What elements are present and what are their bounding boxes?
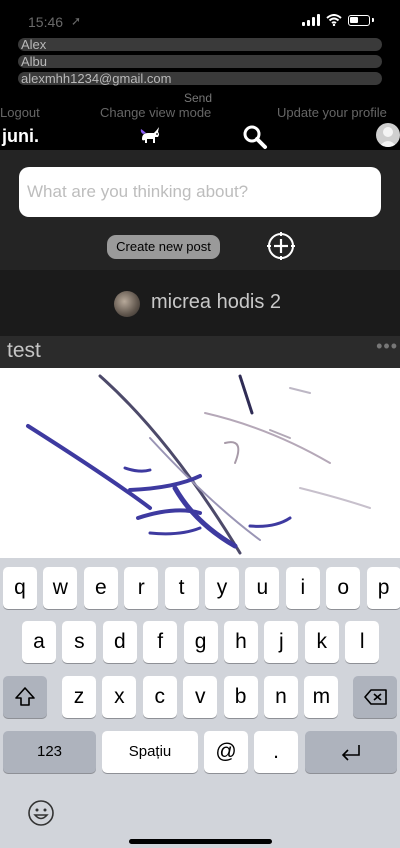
profile-menu-row: Logout Change view mode Update your prof… — [0, 105, 400, 121]
emoji-icon[interactable] — [27, 799, 55, 827]
space-key[interactable]: Spațiu — [102, 731, 198, 773]
shift-key[interactable] — [3, 676, 47, 718]
key-z[interactable]: z — [62, 676, 96, 718]
battery-icon — [348, 14, 370, 26]
logout-button[interactable]: Logout — [0, 105, 40, 120]
key-r[interactable]: r — [124, 567, 159, 609]
key-n[interactable]: n — [264, 676, 298, 718]
key-t[interactable]: t — [164, 567, 199, 609]
key-u[interactable]: u — [245, 567, 280, 609]
key-x[interactable]: x — [102, 676, 137, 718]
user-avatar[interactable] — [376, 123, 400, 147]
app-header: juni. — [0, 122, 400, 150]
user-silhouette-icon — [379, 127, 397, 147]
post-image[interactable] — [0, 368, 400, 560]
key-s[interactable]: s — [62, 621, 97, 663]
create-post-button[interactable]: Create new post — [107, 235, 220, 259]
dot-key[interactable]: . — [254, 731, 298, 773]
location-arrow-icon: ➚ — [71, 14, 82, 28]
key-v[interactable]: v — [183, 676, 218, 718]
key-k[interactable]: k — [304, 621, 339, 663]
post-author-avatar[interactable] — [114, 291, 140, 317]
more-options-icon[interactable]: ••• — [376, 336, 398, 357]
key-q[interactable]: q — [3, 567, 37, 609]
key-d[interactable]: d — [102, 621, 137, 663]
change-view-mode-button[interactable]: Change view mode — [100, 105, 211, 120]
backspace-icon — [364, 689, 387, 705]
post-title: test — [7, 339, 41, 362]
keyboard: qwertyuiop asdfghjkl zxcvbnm 123 Spațiu … — [0, 558, 400, 848]
post-author-name[interactable]: micrea hodis 2 — [151, 291, 281, 314]
key-h[interactable]: h — [224, 621, 258, 663]
signal-icon — [302, 14, 320, 26]
status-time: 15:46 — [28, 14, 64, 30]
post-header: micrea hodis 2 — [0, 270, 400, 336]
key-w[interactable]: w — [43, 567, 78, 609]
return-key[interactable] — [305, 731, 397, 773]
add-image-icon[interactable] — [266, 231, 296, 261]
first-name-field[interactable]: Alex — [18, 38, 382, 51]
numbers-key[interactable]: 123 — [3, 731, 96, 773]
key-i[interactable]: i — [285, 567, 320, 609]
at-key[interactable]: @ — [204, 731, 248, 773]
unicorn-icon[interactable] — [138, 125, 162, 147]
search-icon[interactable] — [242, 124, 268, 150]
key-g[interactable]: g — [183, 621, 218, 663]
key-f[interactable]: f — [143, 621, 178, 663]
update-profile-button[interactable]: Update your profile — [277, 105, 387, 120]
send-button[interactable]: Send — [184, 91, 212, 105]
status-icons — [302, 14, 374, 26]
app-logo[interactable]: juni. — [2, 126, 39, 147]
email-field[interactable]: alexmhh1234@gmail.com — [18, 72, 382, 85]
backspace-key[interactable] — [353, 676, 397, 718]
key-c[interactable]: c — [142, 676, 177, 718]
key-p[interactable]: p — [366, 567, 400, 609]
profile-panel: Alex Albu alexmhh1234@gmail.com Send Log… — [0, 36, 400, 122]
key-e[interactable]: e — [83, 567, 118, 609]
key-o[interactable]: o — [326, 567, 361, 609]
status-bar: 15:46 ➚ — [0, 0, 400, 36]
last-name-field[interactable]: Albu — [18, 55, 382, 68]
key-m[interactable]: m — [304, 676, 339, 718]
key-j[interactable]: j — [264, 621, 299, 663]
key-y[interactable]: y — [205, 567, 239, 609]
handwriting-image — [26, 374, 371, 555]
key-a[interactable]: a — [22, 621, 56, 663]
home-indicator — [129, 839, 272, 844]
post-title-row: test ••• — [0, 336, 400, 368]
post-text-input[interactable] — [19, 167, 381, 217]
return-icon — [341, 745, 360, 761]
key-b[interactable]: b — [223, 676, 258, 718]
key-l[interactable]: l — [345, 621, 380, 663]
battery-tip — [372, 18, 374, 22]
wifi-icon — [326, 14, 342, 26]
post-composer: Create new post — [0, 150, 400, 270]
shift-icon — [15, 687, 35, 706]
